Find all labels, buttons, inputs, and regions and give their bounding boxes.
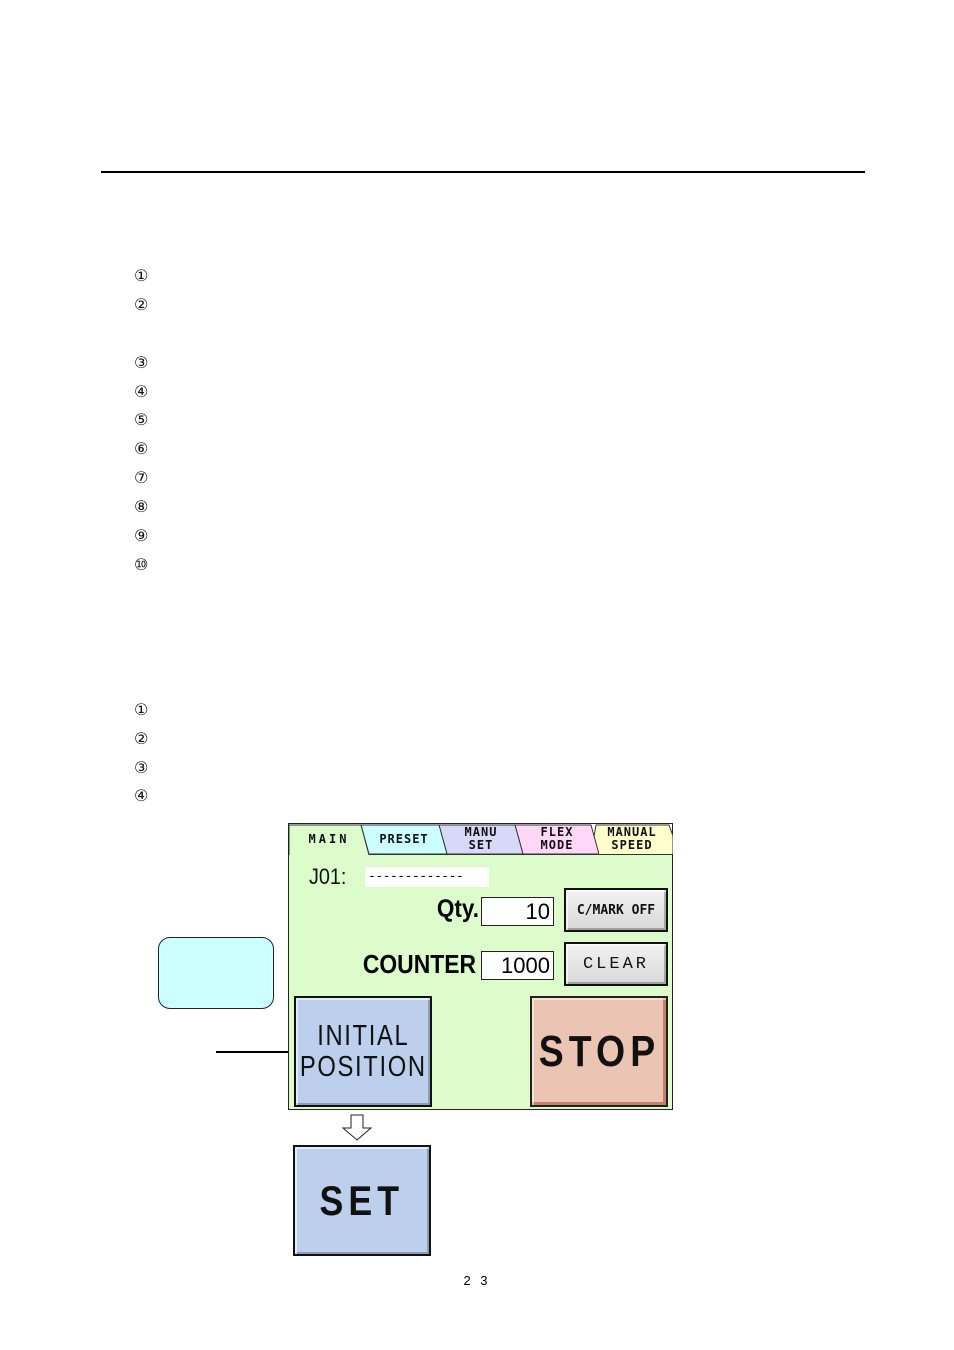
callout-box bbox=[158, 937, 274, 1009]
tab-manual-speed[interactable]: MANUAL SPEED bbox=[591, 824, 673, 854]
list-marker-10: ⑩ bbox=[134, 555, 149, 574]
initial-position-button[interactable]: INITIAL POSITION bbox=[294, 996, 432, 1107]
pointer-arrow-line bbox=[216, 1051, 292, 1053]
counter-input[interactable]: 1000 bbox=[481, 951, 554, 980]
tab-bar-divider bbox=[365, 854, 672, 855]
set-button[interactable]: SET bbox=[293, 1145, 431, 1256]
qty-label: Qty. bbox=[436, 895, 479, 923]
initial-position-label: INITIAL POSITION bbox=[299, 1019, 427, 1083]
cmark-off-button[interactable]: C/MARK OFF bbox=[564, 888, 668, 932]
list-marker-8: ⑧ bbox=[134, 497, 149, 516]
job-name-field[interactable]: ------------- bbox=[365, 867, 489, 887]
qty-input[interactable]: 10 bbox=[481, 897, 554, 926]
list-b-marker-4: ④ bbox=[134, 786, 149, 805]
tab-manual-speed-label: MANUAL SPEED bbox=[607, 825, 657, 852]
tab-preset[interactable]: PRESET bbox=[361, 824, 447, 854]
list-marker-5: ⑤ bbox=[134, 410, 149, 429]
clear-button[interactable]: CLEAR bbox=[564, 942, 668, 986]
stop-button[interactable]: STOP bbox=[530, 996, 668, 1107]
list-marker-7: ⑦ bbox=[134, 468, 149, 487]
stop-label: STOP bbox=[538, 1026, 660, 1076]
list-b-marker-2: ② bbox=[134, 729, 149, 748]
tab-main-label: MAIN bbox=[308, 832, 350, 846]
header-rule bbox=[101, 171, 865, 173]
down-arrow-icon bbox=[341, 1114, 373, 1141]
list-marker-6: ⑥ bbox=[134, 439, 149, 458]
list-marker-4: ④ bbox=[134, 382, 149, 401]
list-marker-2: ② bbox=[134, 295, 149, 314]
set-label: SET bbox=[319, 1176, 405, 1224]
list-b-marker-3: ③ bbox=[134, 758, 149, 777]
list-marker-9: ⑨ bbox=[134, 526, 149, 545]
tab-flex-mode[interactable]: FLEX MODE bbox=[515, 824, 599, 854]
tab-manu-set-label: MANU SET bbox=[464, 825, 498, 852]
job-number-label: J01: bbox=[309, 864, 347, 889]
tab-manu-set[interactable]: MANU SET bbox=[439, 824, 523, 854]
tab-flex-mode-label: FLEX MODE bbox=[540, 825, 574, 852]
counter-label: COUNTER bbox=[362, 949, 476, 979]
tab-bar: MANUAL SPEED FLEX MODE MANU SET PRESET M… bbox=[289, 824, 673, 855]
list-marker-3: ③ bbox=[134, 353, 149, 372]
control-panel-screen: MANUAL SPEED FLEX MODE MANU SET PRESET M… bbox=[288, 823, 673, 1110]
tab-main[interactable]: MAIN bbox=[289, 824, 369, 855]
list-b-marker-1: ① bbox=[134, 700, 149, 719]
page-number: 2 3 bbox=[463, 1273, 491, 1288]
list-marker-1: ① bbox=[134, 266, 149, 285]
tab-preset-label: PRESET bbox=[379, 831, 429, 846]
